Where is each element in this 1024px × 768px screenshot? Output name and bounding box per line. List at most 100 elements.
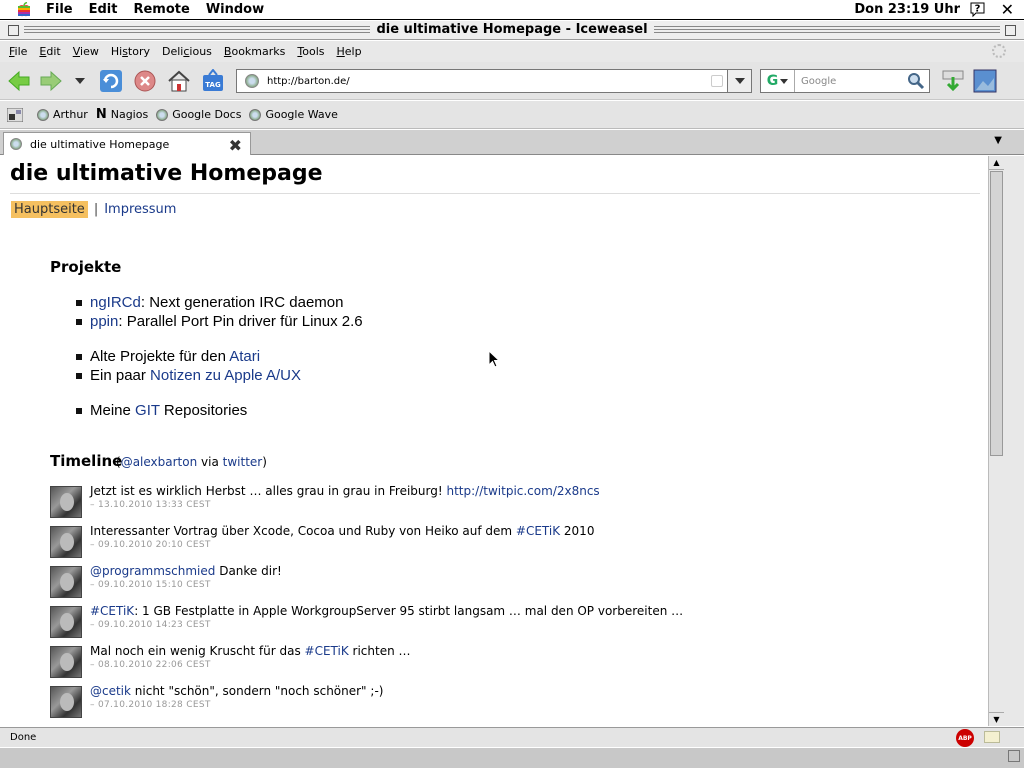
bookmark-arthur[interactable]: Arthur — [37, 108, 88, 121]
stop-button[interactable] — [132, 68, 158, 94]
os-menu-file[interactable]: File — [46, 2, 73, 17]
avatar[interactable] — [50, 686, 82, 718]
back-arrow-icon — [8, 70, 30, 92]
menu-bookmarks[interactable]: Bookmarks — [224, 45, 285, 58]
projects-list-3: Meine GIT Repositories — [74, 401, 247, 420]
adblock-plus-icon[interactable]: ABP — [956, 729, 974, 747]
projects-heading: Projekte — [50, 258, 122, 276]
close-icon[interactable]: ✕ — [1001, 0, 1014, 19]
tweet-text: @cetik nicht "schön", sondern "noch schö… — [90, 684, 384, 698]
os-menu-edit[interactable]: Edit — [89, 2, 118, 17]
twitter-link[interactable]: twitter — [223, 455, 263, 469]
url-dropdown-button[interactable] — [727, 70, 751, 92]
scroll-thumb[interactable] — [990, 171, 1003, 456]
bookmark-google-docs[interactable]: Google Docs — [156, 108, 241, 121]
tweet-timestamp: – 09.10.2010 20:10 CEST — [90, 540, 211, 550]
timeline-source: (@alexbarton via twitter) — [116, 455, 267, 469]
resize-grip-icon[interactable] — [1008, 750, 1020, 762]
bookmarks-manager-icon[interactable] — [7, 107, 23, 122]
status-text: Done — [10, 732, 37, 743]
tweet-link[interactable]: #CETiK — [305, 644, 349, 658]
search-icon[interactable] — [907, 72, 925, 90]
menu-delicious[interactable]: Delicious — [162, 45, 212, 58]
project-item: ngIRCd: Next generation IRC daemon — [74, 293, 363, 312]
menu-history[interactable]: History — [111, 45, 150, 58]
window-title-bar[interactable]: die ultimative Homepage - Iceweasel — [0, 21, 1024, 40]
home-button[interactable] — [166, 68, 192, 94]
scroll-up-arrow-icon[interactable]: ▲ — [989, 156, 1004, 170]
avatar[interactable] — [50, 526, 82, 558]
history-dropdown-button[interactable] — [70, 68, 90, 94]
tweet-text: @programmschmied Danke dir! — [90, 564, 282, 578]
menubar-clock[interactable]: Don 23:19 Uhr — [854, 2, 960, 17]
browser-menubar: File Edit View History Delicious Bookmar… — [0, 41, 1024, 62]
os-menu-window[interactable]: Window — [206, 2, 264, 17]
menu-help[interactable]: Help — [337, 45, 362, 58]
bookmark-nagios[interactable]: N Nagios — [96, 107, 148, 122]
menu-edit[interactable]: Edit — [39, 45, 60, 58]
nav-impressum[interactable]: Impressum — [104, 202, 176, 217]
status-bar: Done ABP — [0, 727, 1024, 747]
globe-icon — [156, 108, 169, 121]
tweet-timestamp: – 08.10.2010 22:06 CEST — [90, 660, 211, 670]
reload-button[interactable] — [98, 68, 124, 94]
project-link[interactable]: Notizen zu Apple A/UX — [150, 367, 301, 384]
delicious-tag-button[interactable]: TAG — [200, 68, 226, 94]
vertical-scrollbar[interactable]: ▲ ▼ — [988, 156, 1004, 726]
reload-icon — [100, 70, 122, 92]
page-content: die ultimative Homepage Hauptseite | Impre… — [2, 156, 988, 726]
close-tab-icon[interactable]: ✖ — [229, 136, 242, 155]
window-zoom-box[interactable] — [1005, 25, 1016, 36]
tweet-link[interactable]: #CETiK — [516, 524, 560, 538]
forward-button[interactable] — [38, 68, 64, 94]
os-menu-remote[interactable]: Remote — [133, 2, 189, 17]
search-input[interactable]: Google — [801, 76, 907, 87]
site-nav: Hauptseite | Impressum — [11, 201, 176, 218]
avatar[interactable] — [50, 566, 82, 598]
tab-homepage[interactable]: die ultimative Homepage ✖ — [3, 132, 251, 155]
avatar[interactable] — [50, 606, 82, 638]
bookmark-google-wave[interactable]: Google Wave — [249, 108, 338, 121]
list-all-tabs-button[interactable]: ▼ — [994, 135, 1002, 146]
site-favicon-icon — [245, 74, 259, 88]
tweet-timestamp: – 09.10.2010 14:23 CEST — [90, 620, 211, 630]
window-title: die ultimative Homepage - Iceweasel — [370, 22, 654, 37]
download-button[interactable] — [940, 68, 966, 94]
tweet-text: Mal noch ein wenig Kruscht für das #CETi… — [90, 644, 411, 658]
url-bar[interactable]: http://barton.de/ — [236, 69, 752, 93]
tweet-link[interactable]: @cetik — [90, 684, 131, 698]
project-link[interactable]: ppin — [90, 313, 118, 330]
back-button[interactable] — [6, 68, 32, 94]
home-icon — [168, 70, 190, 92]
picture-icon — [973, 69, 997, 93]
svg-text:TAG: TAG — [205, 81, 221, 89]
menu-view[interactable]: View — [73, 45, 99, 58]
tweet-item: @programmschmied Danke dir! – 09.10.2010 … — [50, 564, 750, 602]
search-engine-selector[interactable]: G — [761, 70, 795, 92]
tag-icon: TAG — [203, 69, 223, 91]
project-item: Ein paar Notizen zu Apple A/UX — [74, 366, 301, 385]
nav-hauptseite[interactable]: Hauptseite — [11, 201, 88, 218]
avatar[interactable] — [50, 486, 82, 518]
forward-arrow-icon — [40, 70, 62, 92]
project-link[interactable]: ngIRCd — [90, 294, 141, 311]
tweet-link[interactable]: http://twitpic.com/2x8ncs — [447, 484, 600, 498]
menu-tools[interactable]: Tools — [297, 45, 324, 58]
tweet-link[interactable]: @programmschmied — [90, 564, 215, 578]
avatar[interactable] — [50, 646, 82, 678]
throbber-icon — [992, 44, 1006, 58]
feed-icon[interactable] — [711, 75, 723, 87]
screenshot-button[interactable] — [972, 68, 998, 94]
mail-icon[interactable] — [984, 731, 1000, 743]
tweet-text: Interessanter Vortrag über Xcode, Cocoa … — [90, 524, 595, 538]
tweet-link[interactable]: #CETiK — [90, 604, 134, 618]
apple-menu-icon[interactable] — [16, 1, 32, 18]
url-text[interactable]: http://barton.de/ — [267, 76, 350, 87]
twitter-user-link[interactable]: @alexbarton — [121, 455, 198, 469]
project-link[interactable]: GIT — [135, 402, 160, 419]
project-link[interactable]: Atari — [229, 348, 260, 365]
search-bar[interactable]: G Google — [760, 69, 930, 93]
menu-file[interactable]: File — [9, 45, 27, 58]
scroll-down-arrow-icon[interactable]: ▼ — [989, 712, 1004, 726]
help-icon[interactable]: ? — [969, 1, 986, 18]
